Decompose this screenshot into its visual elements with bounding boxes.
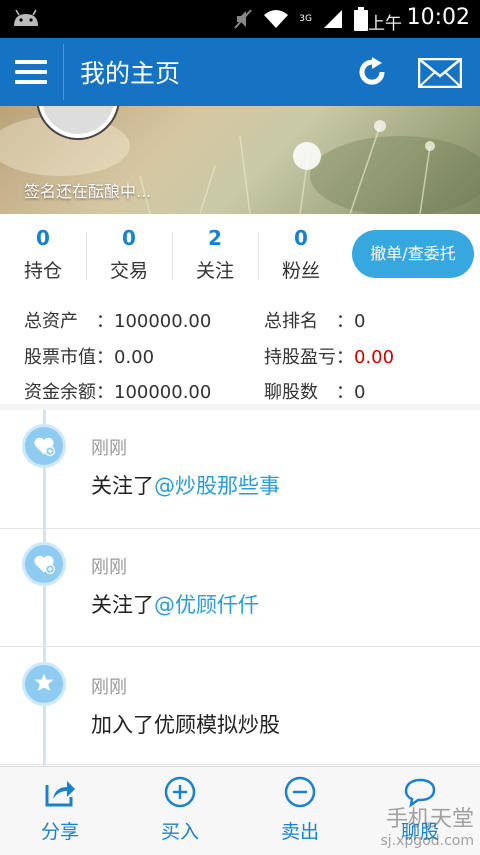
wifi-icon	[264, 10, 289, 28]
profile-banner: 签名还在酝酿中...	[0, 106, 480, 214]
stat-holdings[interactable]: 0 持仓	[0, 226, 86, 283]
heart-plus-icon	[22, 542, 66, 586]
feed-text: 关注了@炒股那些事	[91, 470, 280, 500]
feed-text: 加入了优顾模拟炒股	[91, 709, 280, 739]
feed-item[interactable]: 刚刚 关注了@炒股那些事	[0, 410, 480, 529]
total-assets-row: 总资产 ：100000.00	[24, 307, 211, 333]
feed-time: 刚刚	[91, 557, 127, 578]
menu-icon[interactable]	[15, 58, 47, 86]
mail-icon[interactable]	[418, 58, 462, 88]
chat-count-value: 0	[354, 382, 366, 403]
tab-sell[interactable]: 卖出	[240, 775, 360, 844]
account-summary: 总资产 ：100000.00 总排名 ：0 股票市值：0.00 持股盈亏：0.0…	[0, 294, 480, 404]
network-type: 3G	[299, 14, 312, 24]
cash-label: 资金余额：	[24, 382, 114, 403]
feed-text: 关注了@优顾仟仟	[91, 589, 259, 619]
app-bar: 我的主页	[0, 38, 480, 106]
stat-label: 持仓	[23, 260, 62, 282]
feed-item[interactable]: 刚刚 加入了优顾模拟炒股	[0, 646, 480, 765]
stat-value: 0	[294, 226, 308, 250]
feed-time: 刚刚	[91, 438, 127, 459]
rank-label: 总排名 ：	[264, 311, 354, 332]
watermark-url: sj.xpgod.com	[380, 833, 475, 849]
chat-count-row: 聊股数 ：0	[264, 378, 365, 404]
app-bar-divider	[63, 44, 64, 100]
android-icon	[14, 9, 38, 26]
market-value-value: 0.00	[114, 347, 155, 368]
market-value-row: 股票市值：0.00	[24, 343, 154, 369]
feed-action: 加入了优顾模拟炒股	[91, 713, 280, 737]
stat-value: 2	[208, 226, 222, 250]
feed-action: 关注了	[91, 593, 154, 617]
tab-label: 分享	[40, 821, 79, 843]
pnl-value: 0.00	[354, 347, 395, 368]
cash-value: 100000.00	[114, 382, 212, 403]
tab-label: 卖出	[280, 821, 319, 843]
stat-value: 0	[36, 226, 50, 250]
page-title: 我的主页	[80, 59, 181, 88]
watermark: 手机天堂 sj.xpgod.com	[381, 801, 475, 849]
tab-buy[interactable]: 买入	[120, 775, 240, 844]
feed-action: 关注了	[91, 474, 154, 498]
star-icon	[22, 662, 66, 706]
tab-label: 买入	[160, 821, 199, 843]
ampm-label: 上午	[368, 14, 402, 34]
mute-icon	[234, 9, 253, 29]
feed-time: 刚刚	[91, 677, 127, 698]
stat-value: 0	[122, 226, 136, 250]
signal-icon	[324, 10, 342, 28]
status-bar: 3G 上午 10:02	[0, 0, 480, 38]
rank-row: 总排名 ：0	[264, 307, 365, 333]
feed-user-link[interactable]: @炒股那些事	[154, 474, 280, 498]
share-icon	[45, 781, 75, 807]
cancel-order-button[interactable]: 撤单/查委托	[352, 230, 474, 278]
total-assets-value: 100000.00	[114, 311, 212, 332]
stat-label: 关注	[195, 260, 234, 282]
stat-label: 交易	[109, 260, 148, 282]
watermark-title: 手机天堂	[385, 807, 474, 832]
market-value-label: 股票市值：	[24, 347, 114, 368]
pnl-label: 持股盈亏：	[264, 347, 354, 368]
status-icons: 3G	[233, 7, 368, 31]
pnl-row: 持股盈亏：0.00	[264, 343, 394, 369]
tab-share[interactable]: 分享	[0, 775, 120, 844]
stat-following[interactable]: 2 关注	[172, 226, 258, 283]
cash-row: 资金余额：100000.00	[24, 378, 211, 404]
bottom-tab-bar: 分享 买入 卖出 聊股 手机天堂 sj.xpgod.com	[0, 766, 480, 855]
minus-circle-icon	[284, 776, 316, 808]
activity-feed: 刚刚 关注了@炒股那些事 刚刚 关注了@优顾仟仟 刚刚 加入了优顾模拟炒股	[0, 410, 480, 766]
stat-trades[interactable]: 0 交易	[86, 226, 172, 283]
clock: 10:02	[406, 5, 470, 30]
battery-icon	[354, 7, 368, 31]
plus-circle-icon	[164, 776, 196, 808]
heart-plus-icon	[22, 424, 66, 468]
stat-followers[interactable]: 0 粉丝	[258, 226, 344, 283]
feed-user-link[interactable]: @优顾仟仟	[154, 593, 259, 617]
feed-item[interactable]: 刚刚 关注了@优顾仟仟	[0, 528, 480, 647]
rank-value: 0	[354, 311, 366, 332]
signature-text[interactable]: 签名还在酝酿中...	[24, 178, 151, 202]
total-assets-label: 总资产 ：	[24, 311, 114, 332]
refresh-icon[interactable]	[354, 54, 390, 90]
chat-count-label: 聊股数 ：	[264, 382, 354, 403]
stat-label: 粉丝	[281, 260, 320, 282]
